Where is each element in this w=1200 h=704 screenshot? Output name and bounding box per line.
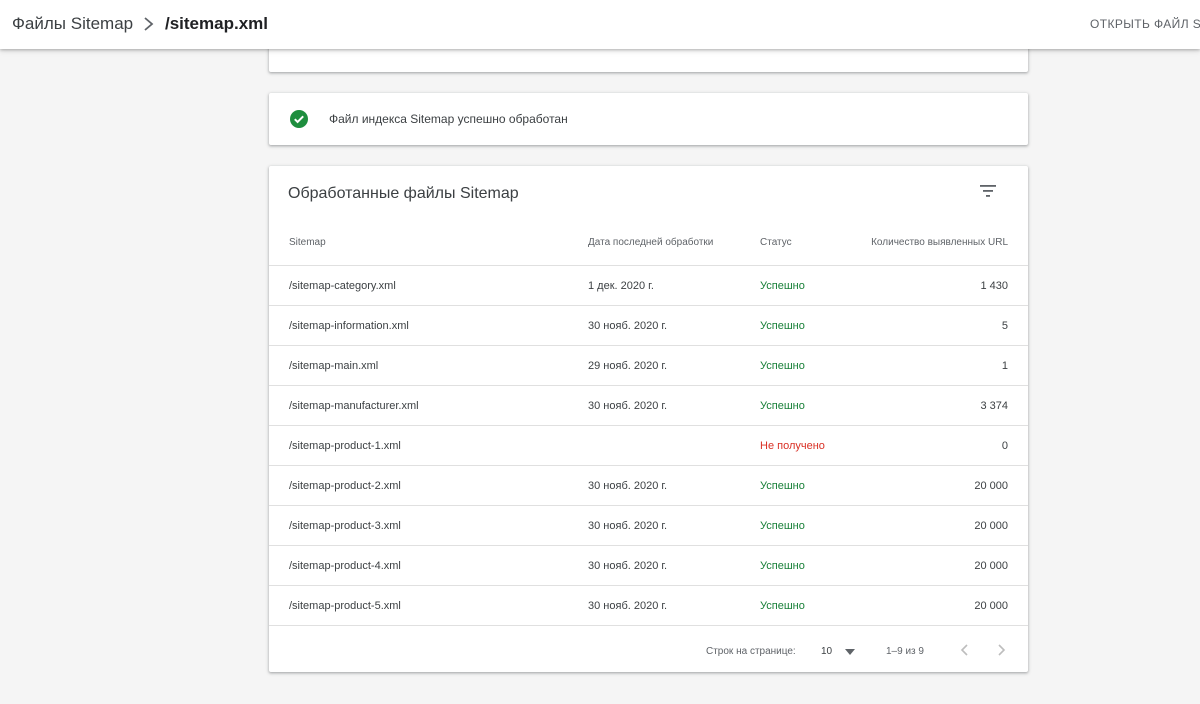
status-card: Файл индекса Sitemap успешно обработан [269,93,1028,145]
sitemap-path-cell: /sitemap-main.xml [289,360,379,372]
status-cell: Успешно [760,400,805,412]
rows-per-page-select[interactable]: 10 [821,645,832,658]
sitemap-path-cell: /sitemap-product-2.xml [289,480,401,492]
sitemap-path-cell: /sitemap-product-5.xml [289,600,401,612]
url-count-cell: 1 430 [980,280,1008,292]
chevron-right-icon [144,17,154,31]
url-count-cell: 20 000 [974,560,1008,572]
breadcrumb-parent-link[interactable]: Файлы Sitemap [12,13,133,35]
status-cell: Успешно [760,320,805,332]
last-processed-date-cell: 30 нояб. 2020 г. [588,480,668,492]
last-processed-date-cell: 30 нояб. 2020 г. [588,400,668,412]
status-cell: Не получено [760,440,825,452]
column-header-status[interactable]: Статус [760,236,792,249]
last-processed-date-cell: 1 дек. 2020 г. [588,280,654,292]
pagination-bar: Строк на странице: 10 1–9 из 9 [269,628,1028,672]
url-count-cell: 20 000 [974,480,1008,492]
last-processed-date-cell: 30 нояб. 2020 г. [588,520,668,532]
status-cell: Успешно [760,520,805,532]
sitemap-path-cell: /sitemap-product-1.xml [289,440,401,452]
status-message: Файл индекса Sitemap успешно обработан [329,112,568,126]
last-processed-date-cell: 29 нояб. 2020 г. [588,360,668,372]
chevron-left-icon[interactable] [958,642,972,658]
status-cell: Успешно [760,600,805,612]
sitemap-path-cell: /sitemap-product-3.xml [289,520,401,532]
url-count-cell: 1 [1001,360,1008,372]
sitemap-path-cell: /sitemap-category.xml [289,280,396,292]
table-row[interactable]: /sitemap-product-3.xml 30 нояб. 2020 г. Ус… [269,506,1028,546]
status-cell: Успешно [760,480,805,492]
last-processed-date-cell: 30 нояб. 2020 г. [588,560,668,572]
table-row[interactable]: /sitemap-main.xml 29 нояб. 2020 г. Успешно… [269,346,1028,386]
table-row[interactable]: /sitemap-product-5.xml 30 нояб. 2020 г. Ус… [269,586,1028,626]
table-row[interactable]: /sitemap-category.xml 1 дек. 2020 г. Успеш… [269,266,1028,306]
rows-per-page-label: Строк на странице: [706,646,796,657]
sitemap-path-cell: /sitemap-information.xml [289,320,409,332]
column-header-sitemap[interactable]: Sitemap [289,236,326,249]
status-cell: Успешно [760,280,805,292]
last-processed-date-cell: 30 нояб. 2020 г. [588,600,668,612]
table-row[interactable]: /sitemap-product-4.xml 30 нояб. 2020 г. Ус… [269,546,1028,586]
column-header-date[interactable]: Дата последней обработки [588,236,713,249]
processed-sitemaps-card: Обработанные файлы Sitemap Sitemap Дата … [269,166,1028,672]
table-header: Sitemap Дата последней обработки Статус … [269,226,1028,266]
last-processed-date-cell: 30 нояб. 2020 г. [588,320,668,332]
url-count-cell: 20 000 [974,520,1008,532]
url-count-cell: 5 [1001,320,1008,332]
check-circle-icon [290,110,308,128]
status-cell: Успешно [760,360,805,372]
filter-list-icon[interactable] [978,181,998,201]
open-sitemap-button[interactable]: ОТКРЫТЬ ФАЙЛ SIT [1090,16,1200,32]
table-row[interactable]: /sitemap-product-2.xml 30 нояб. 2020 г. Ус… [269,466,1028,506]
table-row[interactable]: /sitemap-product-1.xml Не получено 0 [269,426,1028,466]
table-row[interactable]: /sitemap-information.xml 30 нояб. 2020 г.… [269,306,1028,346]
sitemap-path-cell: /sitemap-manufacturer.xml [289,400,419,412]
table-row[interactable]: /sitemap-manufacturer.xml 30 нояб. 2020 г… [269,386,1028,426]
chevron-right-icon[interactable] [994,642,1008,658]
sitemap-path-cell: /sitemap-product-4.xml [289,560,401,572]
status-cell: Успешно [760,560,805,572]
top-app-bar: Файлы Sitemap /sitemap.xml ОТКРЫТЬ ФАЙЛ … [0,0,1200,49]
arrow-drop-down-icon[interactable] [845,649,855,655]
url-count-cell: 3 374 [980,400,1008,412]
pagination-range: 1–9 из 9 [886,646,924,657]
breadcrumb-current: /sitemap.xml [165,14,268,33]
url-count-cell: 20 000 [974,600,1008,612]
url-count-cell: 0 [1001,440,1008,452]
table-title: Обработанные файлы Sitemap [288,185,519,202]
column-header-url-count[interactable]: Количество выявленных URL [871,236,1008,249]
